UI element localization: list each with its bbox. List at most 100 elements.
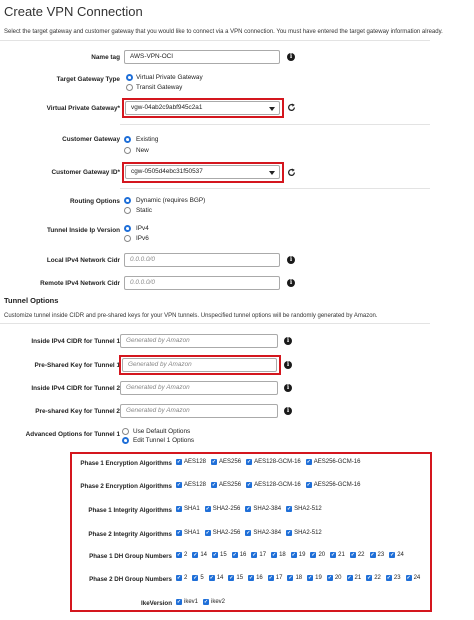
checkbox-checked-icon[interactable]: ✓ [307, 575, 314, 581]
checkbox-checked-icon[interactable]: ✓ [246, 482, 253, 488]
checkbox-option[interactable]: ✓ SHA2-384 [245, 530, 281, 536]
checkbox-checked-icon[interactable]: ✓ [228, 575, 235, 581]
radio-static[interactable] [124, 207, 131, 214]
info-icon[interactable]: i [287, 53, 295, 61]
checkbox-checked-icon[interactable]: ✓ [176, 575, 182, 581]
info-icon[interactable]: i [284, 407, 292, 415]
radio-ipv4[interactable] [124, 225, 131, 232]
checkbox-option[interactable]: ✓ SHA1 [176, 530, 200, 536]
inside-cidr-2-input[interactable]: Generated by Amazon [120, 381, 278, 395]
checkbox-checked-icon[interactable]: ✓ [245, 506, 252, 512]
checkbox-option[interactable]: ✓ ikev1 [176, 599, 198, 605]
checkbox-checked-icon[interactable]: ✓ [326, 575, 333, 581]
checkbox-checked-icon[interactable]: ✓ [211, 459, 218, 465]
checkbox-option[interactable]: ✓ 20 [310, 552, 325, 558]
checkbox-checked-icon[interactable]: ✓ [287, 575, 294, 581]
info-icon[interactable]: i [287, 256, 295, 264]
checkbox-option[interactable]: ✓ 2 [176, 575, 187, 581]
checkbox-option[interactable]: ✓ AES256-GCM-16 [305, 459, 360, 465]
checkbox-option[interactable]: ✓ 17 [267, 575, 282, 581]
checkbox-option[interactable]: ✓ AES256-GCM-16 [305, 482, 360, 488]
name-tag-input[interactable]: AWS-VPN-OCI [124, 50, 280, 64]
checkbox-checked-icon[interactable]: ✓ [349, 552, 356, 558]
checkbox-checked-icon[interactable]: ✓ [176, 530, 182, 536]
psk-2-input[interactable]: Generated by Amazon [120, 404, 278, 418]
checkbox-checked-icon[interactable]: ✓ [286, 530, 293, 536]
info-icon[interactable]: i [287, 279, 295, 287]
checkbox-option[interactable]: ✓ 2 [176, 552, 187, 558]
checkbox-option[interactable]: ✓ 20 [326, 575, 342, 581]
checkbox-checked-icon[interactable]: ✓ [286, 506, 293, 512]
checkbox-checked-icon[interactable]: ✓ [176, 552, 182, 558]
checkbox-option[interactable]: ✓ SHA2-512 [286, 530, 322, 536]
checkbox-checked-icon[interactable]: ✓ [389, 552, 396, 558]
checkbox-checked-icon[interactable]: ✓ [231, 552, 238, 558]
radio-use-default[interactable] [122, 428, 129, 435]
radio-transit-gateway[interactable] [126, 84, 133, 91]
checkbox-option[interactable]: ✓ 16 [248, 575, 263, 581]
radio-ipv6[interactable] [124, 235, 131, 242]
checkbox-option[interactable]: ✓ 18 [271, 552, 286, 558]
checkbox-option[interactable]: ✓ SHA1 [176, 506, 200, 512]
checkbox-checked-icon[interactable]: ✓ [346, 575, 353, 581]
checkbox-checked-icon[interactable]: ✓ [204, 530, 211, 536]
checkbox-checked-icon[interactable]: ✓ [310, 552, 317, 558]
checkbox-checked-icon[interactable]: ✓ [208, 575, 215, 581]
checkbox-checked-icon[interactable]: ✓ [385, 575, 392, 581]
checkbox-option[interactable]: ✓ 16 [231, 552, 246, 558]
checkbox-option[interactable]: ✓ 21 [330, 552, 345, 558]
checkbox-checked-icon[interactable]: ✓ [192, 575, 199, 581]
remote-cidr-input[interactable]: 0.0.0.0/0 [124, 276, 280, 290]
checkbox-option[interactable]: ✓ SHA2-256 [204, 530, 240, 536]
checkbox-checked-icon[interactable]: ✓ [176, 459, 182, 465]
checkbox-option[interactable]: ✓ AES128-GCM-16 [246, 459, 301, 465]
checkbox-checked-icon[interactable]: ✓ [251, 552, 258, 558]
checkbox-checked-icon[interactable]: ✓ [203, 599, 210, 605]
checkbox-option[interactable]: ✓ 21 [346, 575, 361, 581]
checkbox-checked-icon[interactable]: ✓ [267, 575, 274, 581]
checkbox-option[interactable]: ✓ 24 [405, 575, 420, 581]
checkbox-option[interactable]: ✓ SHA2-512 [286, 506, 322, 512]
inside-cidr-1-input[interactable]: Generated by Amazon [120, 334, 278, 348]
checkbox-option[interactable]: ✓ AES256 [211, 482, 241, 488]
checkbox-option[interactable]: ✓ SHA2-384 [245, 506, 281, 512]
checkbox-checked-icon[interactable]: ✓ [176, 482, 182, 488]
checkbox-checked-icon[interactable]: ✓ [248, 575, 255, 581]
radio-edit-tunnel-1[interactable] [122, 437, 129, 444]
checkbox-option[interactable]: ✓ AES256 [211, 459, 241, 465]
checkbox-option[interactable]: ✓ ikev2 [203, 599, 225, 605]
refresh-icon[interactable] [287, 103, 296, 112]
checkbox-checked-icon[interactable]: ✓ [212, 552, 219, 558]
checkbox-option[interactable]: ✓ 23 [369, 552, 384, 558]
checkbox-option[interactable]: ✓ SHA2-256 [204, 506, 240, 512]
checkbox-option[interactable]: ✓ AES128-GCM-16 [246, 482, 301, 488]
checkbox-option[interactable]: ✓ 19 [307, 575, 322, 581]
checkbox-checked-icon[interactable]: ✓ [366, 575, 373, 581]
checkbox-option[interactable]: ✓ 5 [192, 575, 204, 581]
local-cidr-input[interactable]: 0.0.0.0/0 [124, 253, 280, 267]
checkbox-option[interactable]: ✓ 23 [385, 575, 401, 581]
checkbox-option[interactable]: ✓ 14 [192, 552, 207, 558]
checkbox-checked-icon[interactable]: ✓ [246, 459, 253, 465]
checkbox-option[interactable]: ✓ AES128 [176, 482, 206, 488]
checkbox-checked-icon[interactable]: ✓ [192, 552, 199, 558]
checkbox-checked-icon[interactable]: ✓ [271, 552, 278, 558]
checkbox-checked-icon[interactable]: ✓ [405, 575, 412, 581]
checkbox-checked-icon[interactable]: ✓ [176, 506, 182, 512]
checkbox-option[interactable]: ✓ 15 [212, 552, 227, 558]
checkbox-option[interactable]: ✓ 22 [349, 552, 365, 558]
radio-new[interactable] [124, 147, 131, 154]
checkbox-checked-icon[interactable]: ✓ [330, 552, 337, 558]
radio-dynamic[interactable] [124, 197, 131, 204]
checkbox-option[interactable]: ✓ 22 [366, 575, 381, 581]
checkbox-option[interactable]: ✓ 19 [290, 552, 305, 558]
info-icon[interactable]: i [284, 384, 292, 392]
checkbox-checked-icon[interactable]: ✓ [369, 552, 376, 558]
checkbox-checked-icon[interactable]: ✓ [211, 482, 218, 488]
checkbox-option[interactable]: ✓ 24 [389, 552, 404, 558]
info-icon[interactable]: i [284, 337, 292, 345]
checkbox-checked-icon[interactable]: ✓ [305, 459, 312, 465]
checkbox-checked-icon[interactable]: ✓ [204, 506, 211, 512]
checkbox-option[interactable]: ✓ 14 [208, 575, 223, 581]
checkbox-option[interactable]: ✓ 17 [251, 552, 266, 558]
